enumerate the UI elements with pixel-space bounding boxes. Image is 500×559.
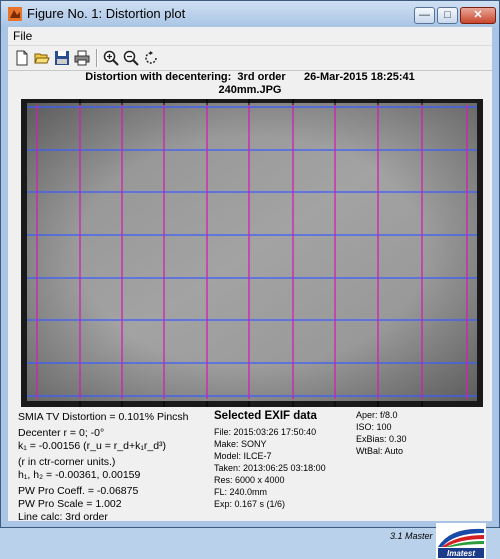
- exif-exp: Exp: 0.167 s (1/6): [214, 499, 286, 509]
- new-file-icon[interactable]: [14, 50, 30, 66]
- toolbar: [8, 46, 492, 71]
- distortion-plot: [21, 99, 483, 407]
- rotate-icon[interactable]: [143, 50, 159, 66]
- svg-text:Imatest: Imatest: [447, 549, 475, 558]
- client-area: File Distortion with decentering: 3rd or…: [8, 27, 492, 559]
- exif-res: Res: 6000 x 4000: [214, 475, 285, 485]
- line-calc-text: Line calc: 3rd order: [18, 511, 108, 523]
- menu-file[interactable]: File: [13, 29, 32, 43]
- toolbar-separator: [96, 49, 98, 67]
- wtbal-text: WtBal: Auto: [356, 446, 404, 456]
- exbias-text: ExBias: 0.30: [356, 434, 407, 444]
- k1-text: k₁ = -0.00156 (r_u = r_d+k₁r_d³): [18, 440, 167, 452]
- zoom-in-icon[interactable]: [103, 50, 119, 66]
- zoom-out-icon[interactable]: [123, 50, 139, 66]
- window-title: Figure No. 1: Distortion plot: [27, 6, 186, 21]
- open-folder-icon[interactable]: [34, 50, 50, 66]
- menu-bar: File: [8, 27, 492, 46]
- exif-model: Model: ILCE-7: [214, 451, 272, 461]
- pw-scale-text: PW Pro Scale = 1.002: [18, 498, 122, 510]
- pw-coeff-text: PW Pro Coeff. = -0.06875: [18, 485, 139, 497]
- imatest-logo: Imatest: [436, 523, 486, 559]
- figure-window: Figure No. 1: Distortion plot — □ ✕ File: [0, 0, 500, 559]
- h-coeff-text: h₁, h₂ = -0.00361, 0.00159: [18, 469, 141, 481]
- aperture-text: Aper: f/8.0: [356, 410, 398, 420]
- r-units-text: (r in ctr-corner units.): [18, 456, 116, 468]
- exif-file: File: 2015:03:26 17:50:40: [214, 427, 317, 437]
- plot-title: Distortion with decentering: 3rd order 2…: [85, 71, 415, 96]
- maximize-button[interactable]: □: [437, 7, 458, 24]
- minimize-button[interactable]: —: [414, 7, 435, 24]
- exif-taken: Taken: 2013:06:25 03:18:00: [214, 463, 326, 473]
- decenter-text: Decenter r = 0; -0°: [18, 427, 105, 439]
- exif-title: Selected EXIF data: [214, 410, 317, 422]
- exif-fl: FL: 240.0mm: [214, 487, 268, 497]
- smia-distortion: SMIA TV Distortion = 0.101% Pincsh: [18, 411, 189, 423]
- title-bar[interactable]: Figure No. 1: Distortion plot — □ ✕: [1, 1, 499, 27]
- version-text: 3.1 Master: [390, 531, 433, 541]
- figure-area: Distortion with decentering: 3rd order 2…: [8, 71, 492, 559]
- save-icon[interactable]: [54, 50, 70, 66]
- print-icon[interactable]: [74, 50, 90, 66]
- exif-make: Make: SONY: [214, 439, 267, 449]
- matlab-icon: [8, 7, 22, 21]
- close-button[interactable]: ✕: [460, 7, 496, 24]
- iso-text: ISO: 100: [356, 422, 392, 432]
